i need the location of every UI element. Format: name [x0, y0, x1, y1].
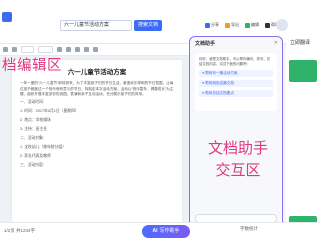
share-label: 分享	[211, 22, 219, 27]
assistant-card: 你好，我是文档助手，可以帮你编写、改写、总结文档内容，试试下面的问题吧： ● 帮…	[195, 53, 277, 111]
export-label: 导出	[231, 22, 239, 27]
document-line: 3. 主持：班主任	[20, 126, 48, 131]
edit-label: 编辑	[251, 22, 259, 27]
document-line: 一、活动时间：	[20, 99, 47, 104]
assistant-header: 文档助手 ✕	[190, 37, 282, 51]
document-edit-area: 六一儿童节活动方案 一年一度的“六一儿童节”即将到来，为了丰富孩子们的节日生活，…	[0, 56, 190, 222]
suggestion-chip[interactable]: ● 帮我润色这篇文档	[199, 80, 273, 87]
redo-icon[interactable]	[12, 47, 17, 52]
app-logo-icon	[2, 12, 12, 22]
top-toolbar: 分享 导出 编辑 帮助	[205, 20, 279, 30]
ai-icon: AI	[152, 228, 158, 234]
suggestion-chip[interactable]: ● 帮我总结文档要点	[199, 90, 273, 97]
search-input[interactable]: 六一儿童节活动方案	[60, 20, 132, 31]
document-line: 2. 家长代表及教师	[20, 153, 51, 158]
export-tool[interactable]: 导出	[225, 22, 239, 28]
side-card[interactable]	[289, 60, 317, 82]
style-select[interactable]	[21, 46, 34, 53]
document-line: 2. 地点：学校操场	[20, 117, 51, 122]
document-line: 三、活动内容：	[20, 162, 47, 167]
ai-button-label: 写作助手	[159, 228, 180, 234]
word-count-label[interactable]: 字数统计	[240, 226, 258, 232]
share-tool[interactable]: 分享	[205, 22, 219, 28]
document-intro: 一年一度的“六一儿童节”即将到来，为了丰富孩子们的节日生活，营造欢乐祥和的节日氛…	[20, 81, 174, 97]
suggestion-chip[interactable]: ● 帮我写一篇活动方案	[199, 70, 273, 77]
document-list: 一、活动时间： 1. 时间：2017年6月1日（星期四） 2. 地点：学校操场 …	[20, 98, 174, 170]
assistant-title: 文档助手	[195, 41, 216, 47]
side-panel: 立即翻译	[286, 36, 320, 234]
share-icon	[205, 22, 210, 28]
document-page[interactable]: 六一儿童节活动方案 一年一度的“六一儿童节”即将到来，为了丰富孩子们的节日生活，…	[12, 60, 182, 222]
help-icon	[265, 22, 270, 28]
edit-area-annotation: 档编辑区	[2, 58, 62, 74]
close-icon[interactable]: ✕	[274, 40, 278, 46]
font-select[interactable]	[37, 46, 53, 53]
document-line: 1. 时间：2017年6月1日（星期四）	[20, 108, 79, 113]
bottom-bar: 1/2页 共1234字 AI 写作助手 字数统计	[0, 222, 320, 240]
italic-icon[interactable]	[65, 47, 71, 52]
assistant-area-annotation: 文档助手交互区	[207, 139, 268, 179]
side-panel-title: 立即翻译	[290, 40, 311, 46]
document-line: 二、活动对象：	[20, 135, 47, 140]
avatar[interactable]	[276, 19, 288, 31]
undo-icon[interactable]	[3, 47, 8, 52]
align-icon[interactable]	[83, 47, 89, 52]
document-line: 1. 全校幼儿（按年龄分组）	[20, 144, 66, 149]
assistant-panel: 文档助手 ✕ 你好，我是文档助手，可以帮你编写、改写、总结文档内容，试试下面的问…	[189, 36, 283, 234]
ai-writing-button[interactable]: AI 写作助手	[142, 225, 190, 238]
underline-icon[interactable]	[74, 47, 80, 52]
edit-icon	[245, 22, 250, 28]
edit-tool[interactable]: 编辑	[245, 22, 259, 28]
list-icon[interactable]	[92, 47, 98, 52]
bold-icon[interactable]	[56, 47, 62, 52]
page-status: 1/2页 共1234字	[4, 228, 36, 233]
search-button[interactable]: 搜索文档	[134, 20, 162, 31]
export-icon	[225, 22, 230, 28]
assistant-greeting: 你好，我是文档助手，可以帮你编写、改写、总结文档内容，试试下面的问题吧：	[199, 57, 271, 66]
